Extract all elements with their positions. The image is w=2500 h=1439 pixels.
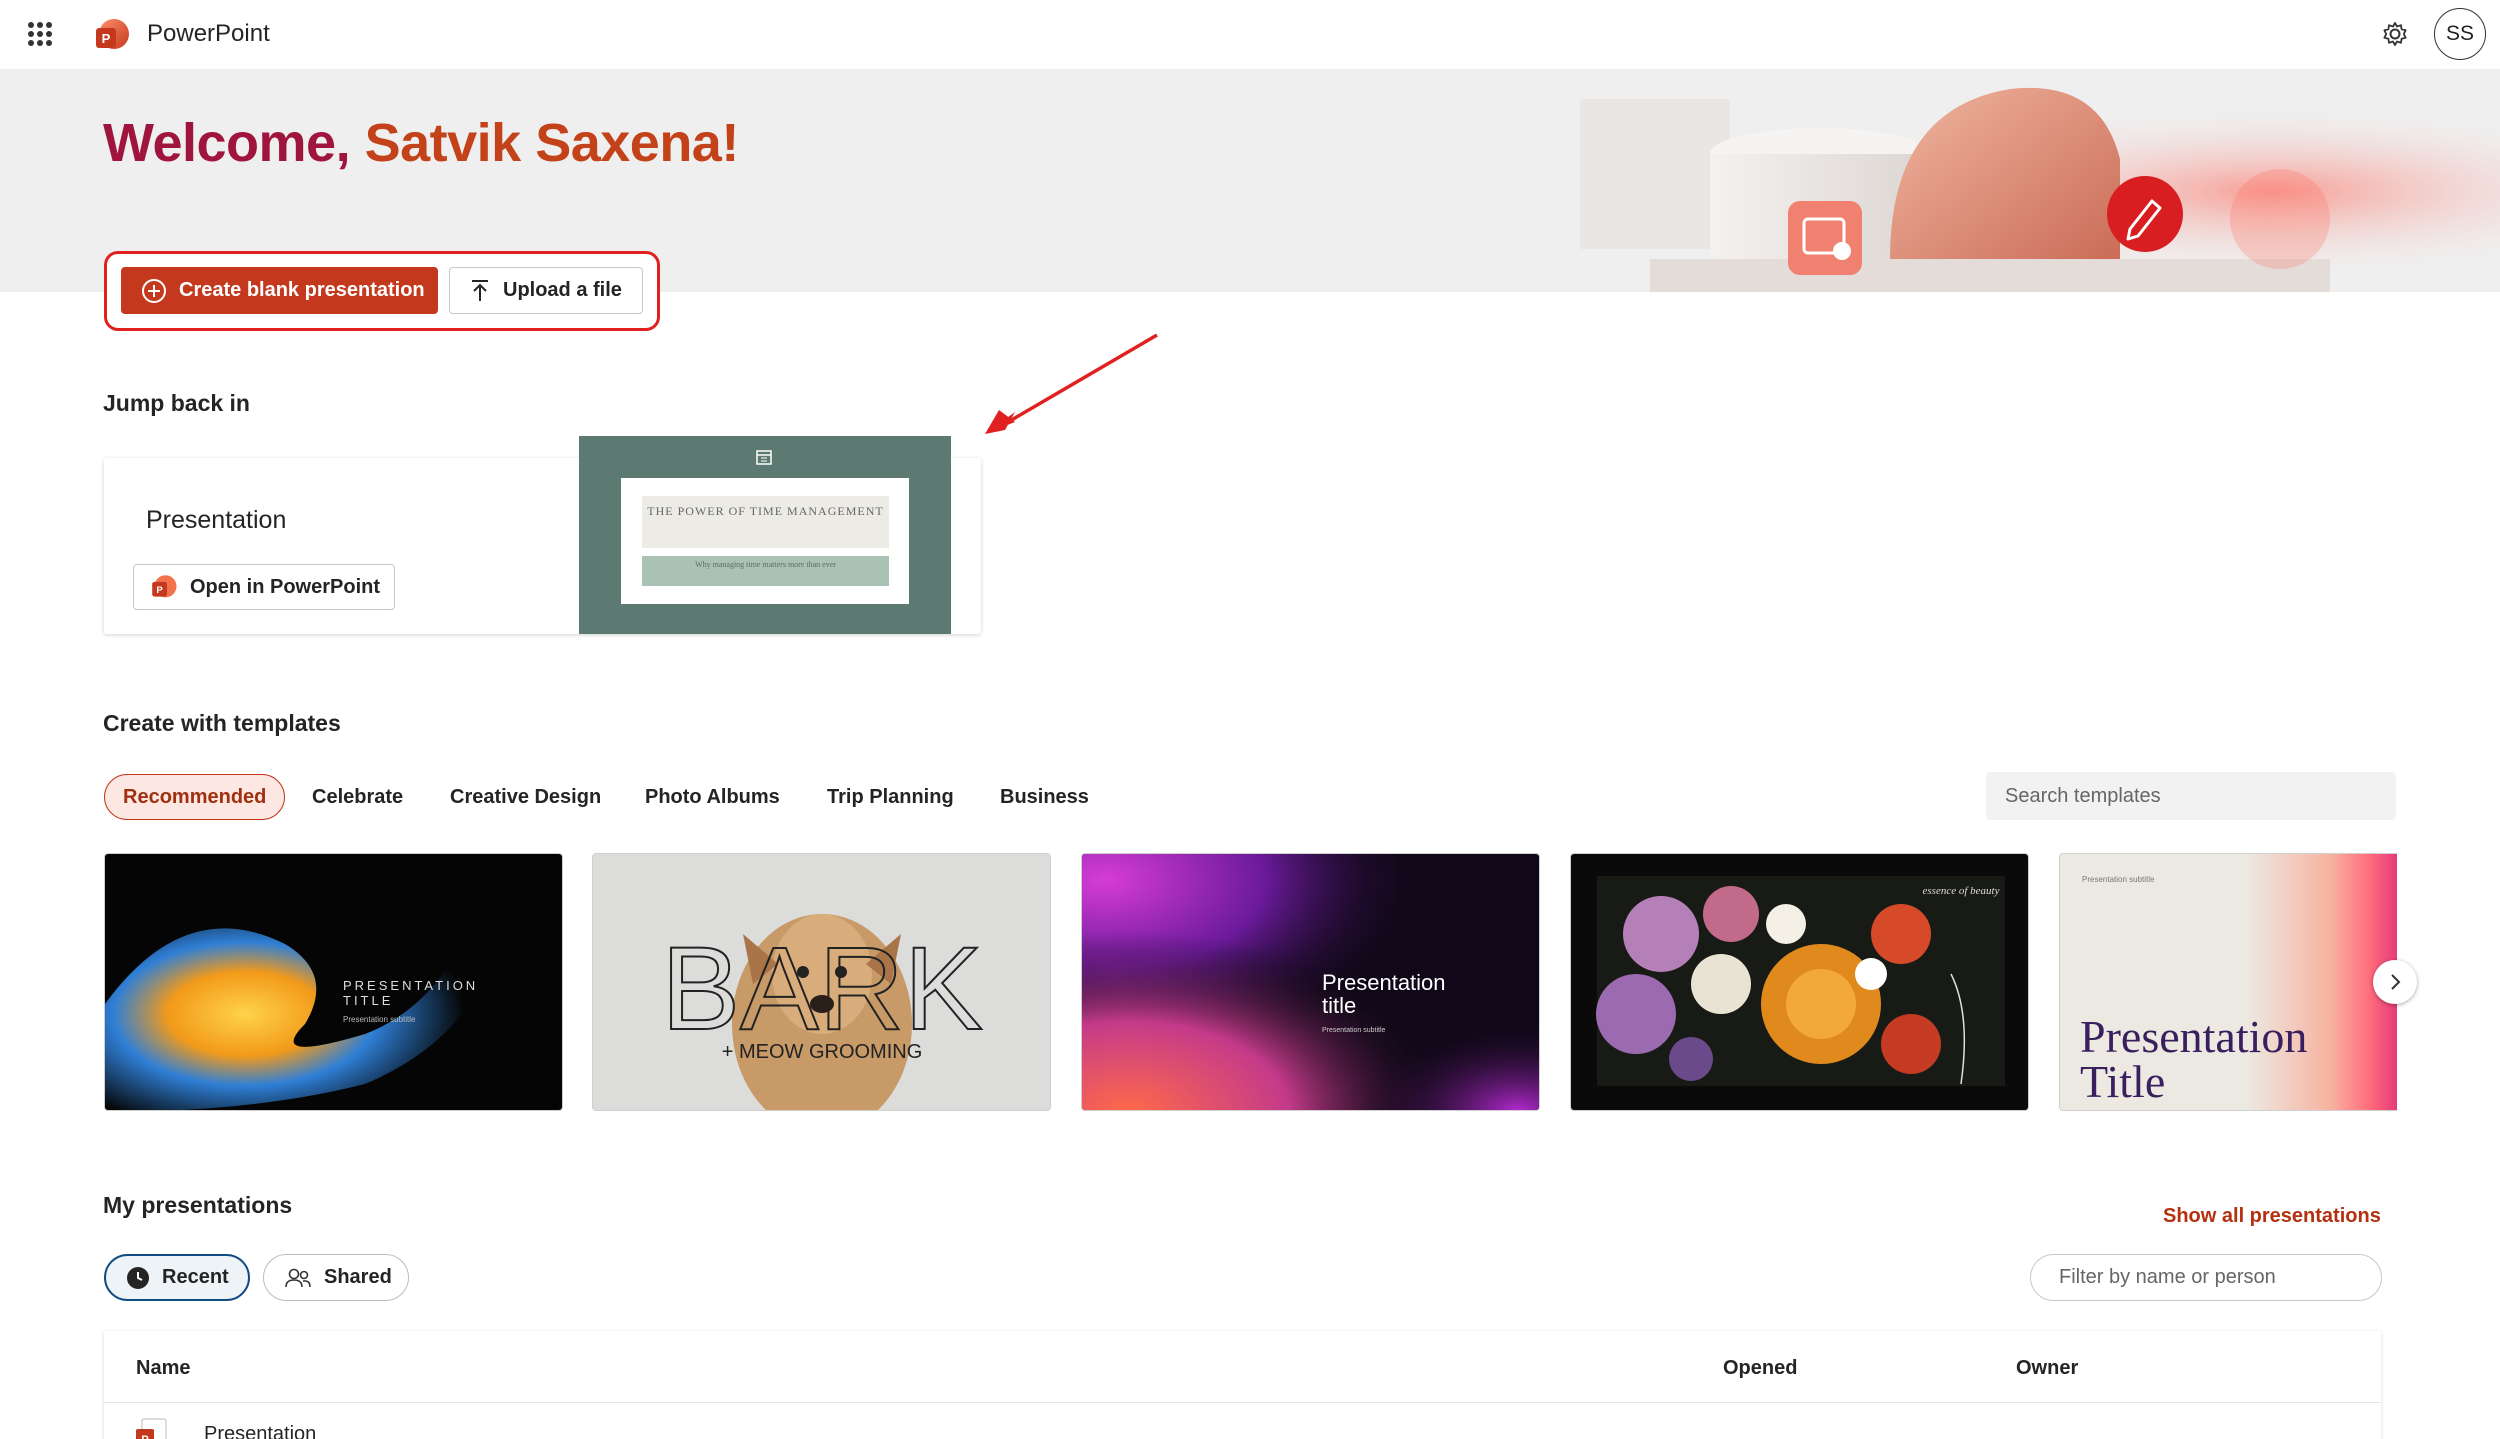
open-in-powerpoint-button[interactable]: P Open in PowerPoint xyxy=(133,564,395,610)
welcome-greeting: Welcome, xyxy=(103,113,365,173)
hero-decoration xyxy=(1460,69,2500,292)
tab-business[interactable]: Business xyxy=(1000,774,1089,820)
welcome-user-name: Satvik Saxena! xyxy=(364,113,740,173)
template-subtitle: Presentation subtitle xyxy=(1322,1027,1386,1034)
template-preview: BARK + MEOW GROOMING xyxy=(593,854,1050,1110)
template-preview: Presentation subtitle Presentation Title xyxy=(2060,854,2397,1110)
jump-back-in-heading: Jump back in xyxy=(103,390,250,416)
tab-recommended[interactable]: Recommended xyxy=(104,774,286,820)
thumbnail-slide-title: THE POWER OF TIME MANAGEMENT xyxy=(642,496,889,548)
template-title: essence of beauty xyxy=(1923,885,2000,897)
template-preview: PRESENTATION TITLE Presentation subtitle xyxy=(105,854,562,1110)
tab-celebrate[interactable]: Celebrate xyxy=(312,774,403,820)
chevron-right-icon xyxy=(2391,974,2401,990)
open-in-powerpoint-label: Open in PowerPoint xyxy=(190,575,381,598)
powerpoint-logo-icon: P xyxy=(96,19,129,49)
next-templates-button[interactable] xyxy=(2373,960,2417,1004)
row-file-name: Presentation xyxy=(204,1423,317,1439)
template-title: BARK xyxy=(661,923,982,1055)
search-templates-input[interactable] xyxy=(1986,772,2396,820)
top-bar: P PowerPoint SS xyxy=(0,0,2500,69)
my-presentations-heading: My presentations xyxy=(103,1192,293,1218)
column-header-opened[interactable]: Opened xyxy=(1723,1357,1797,1380)
annotation-arrow-icon xyxy=(985,333,1158,434)
create-blank-label: Create blank presentation xyxy=(179,279,425,301)
pptx-file-icon: P xyxy=(136,1418,167,1439)
show-all-presentations-link[interactable]: Show all presentations xyxy=(2163,1205,2381,1228)
create-blank-presentation-button[interactable]: Create blank presentation xyxy=(121,267,438,314)
svg-text:title: title xyxy=(1322,993,1356,1018)
svg-text:P: P xyxy=(141,1434,148,1439)
clock-icon xyxy=(127,1266,149,1289)
app-name[interactable]: PowerPoint xyxy=(147,20,270,48)
template-card[interactable]: PRESENTATION TITLE Presentation subtitle xyxy=(104,853,563,1111)
column-header-name[interactable]: Name xyxy=(136,1357,190,1380)
welcome-heading: Welcome, Satvik Saxena! xyxy=(103,112,739,174)
recent-filter-button[interactable]: Recent xyxy=(104,1254,250,1301)
svg-text:Title: Title xyxy=(2080,1056,2165,1107)
template-title: Presentation xyxy=(1322,970,1446,995)
calendar-icon xyxy=(756,450,772,465)
people-icon xyxy=(285,1268,311,1287)
template-preview: Presentation title Presentation subtitle xyxy=(1082,854,1539,1110)
upload-file-button[interactable]: Upload a file xyxy=(449,267,643,314)
tab-creative-design[interactable]: Creative Design xyxy=(450,774,601,820)
plus-circle-icon xyxy=(142,278,166,303)
template-title: PRESENTATION xyxy=(343,978,478,993)
recent-card-title: Presentation xyxy=(146,506,287,534)
thumbnail-slide: THE POWER OF TIME MANAGEMENT Why managin… xyxy=(621,478,909,604)
tab-trip-planning[interactable]: Trip Planning xyxy=(827,774,954,820)
filter-by-name-input[interactable] xyxy=(2030,1254,2382,1301)
template-preview: essence of beauty xyxy=(1571,854,2028,1110)
presentations-table: Name Opened Owner P Presentation xyxy=(104,1331,2381,1439)
template-card[interactable]: Presentation subtitle Presentation Title xyxy=(2059,853,2397,1111)
table-divider xyxy=(104,1402,2381,1403)
template-card[interactable]: Presentation title Presentation subtitle xyxy=(1081,853,1540,1111)
thumbnail-slide-subtitle: Why managing time matters more than ever xyxy=(642,556,889,586)
settings-gear-icon[interactable] xyxy=(2380,19,2410,49)
recent-filter-label: Recent xyxy=(162,1266,229,1288)
user-avatar[interactable]: SS xyxy=(2434,8,2486,60)
template-subtitle: Presentation subtitle xyxy=(2082,875,2155,884)
template-title: Presentation xyxy=(2080,1011,2307,1062)
template-subtitle: Presentation subtitle xyxy=(343,1015,416,1024)
template-card[interactable]: BARK + MEOW GROOMING xyxy=(592,853,1051,1111)
shared-filter-label: Shared xyxy=(324,1266,392,1288)
app-launcher-icon[interactable] xyxy=(28,22,52,46)
create-with-templates-heading: Create with templates xyxy=(103,710,341,736)
svg-text:P: P xyxy=(156,585,163,596)
svg-text:TITLE: TITLE xyxy=(343,993,393,1008)
svg-text:P: P xyxy=(102,31,111,46)
template-card[interactable]: essence of beauty xyxy=(1570,853,2029,1111)
upload-arrow-icon xyxy=(472,279,488,301)
template-subtitle: + MEOW GROOMING xyxy=(722,1041,923,1063)
presentation-thumbnail[interactable]: THE POWER OF TIME MANAGEMENT Why managin… xyxy=(579,436,951,634)
column-header-owner[interactable]: Owner xyxy=(2016,1357,2078,1380)
tab-photo-albums[interactable]: Photo Albums xyxy=(645,774,780,820)
shared-filter-button[interactable]: Shared xyxy=(263,1254,409,1301)
powerpoint-logo-icon: P xyxy=(152,575,177,598)
upload-file-label: Upload a file xyxy=(503,279,622,301)
